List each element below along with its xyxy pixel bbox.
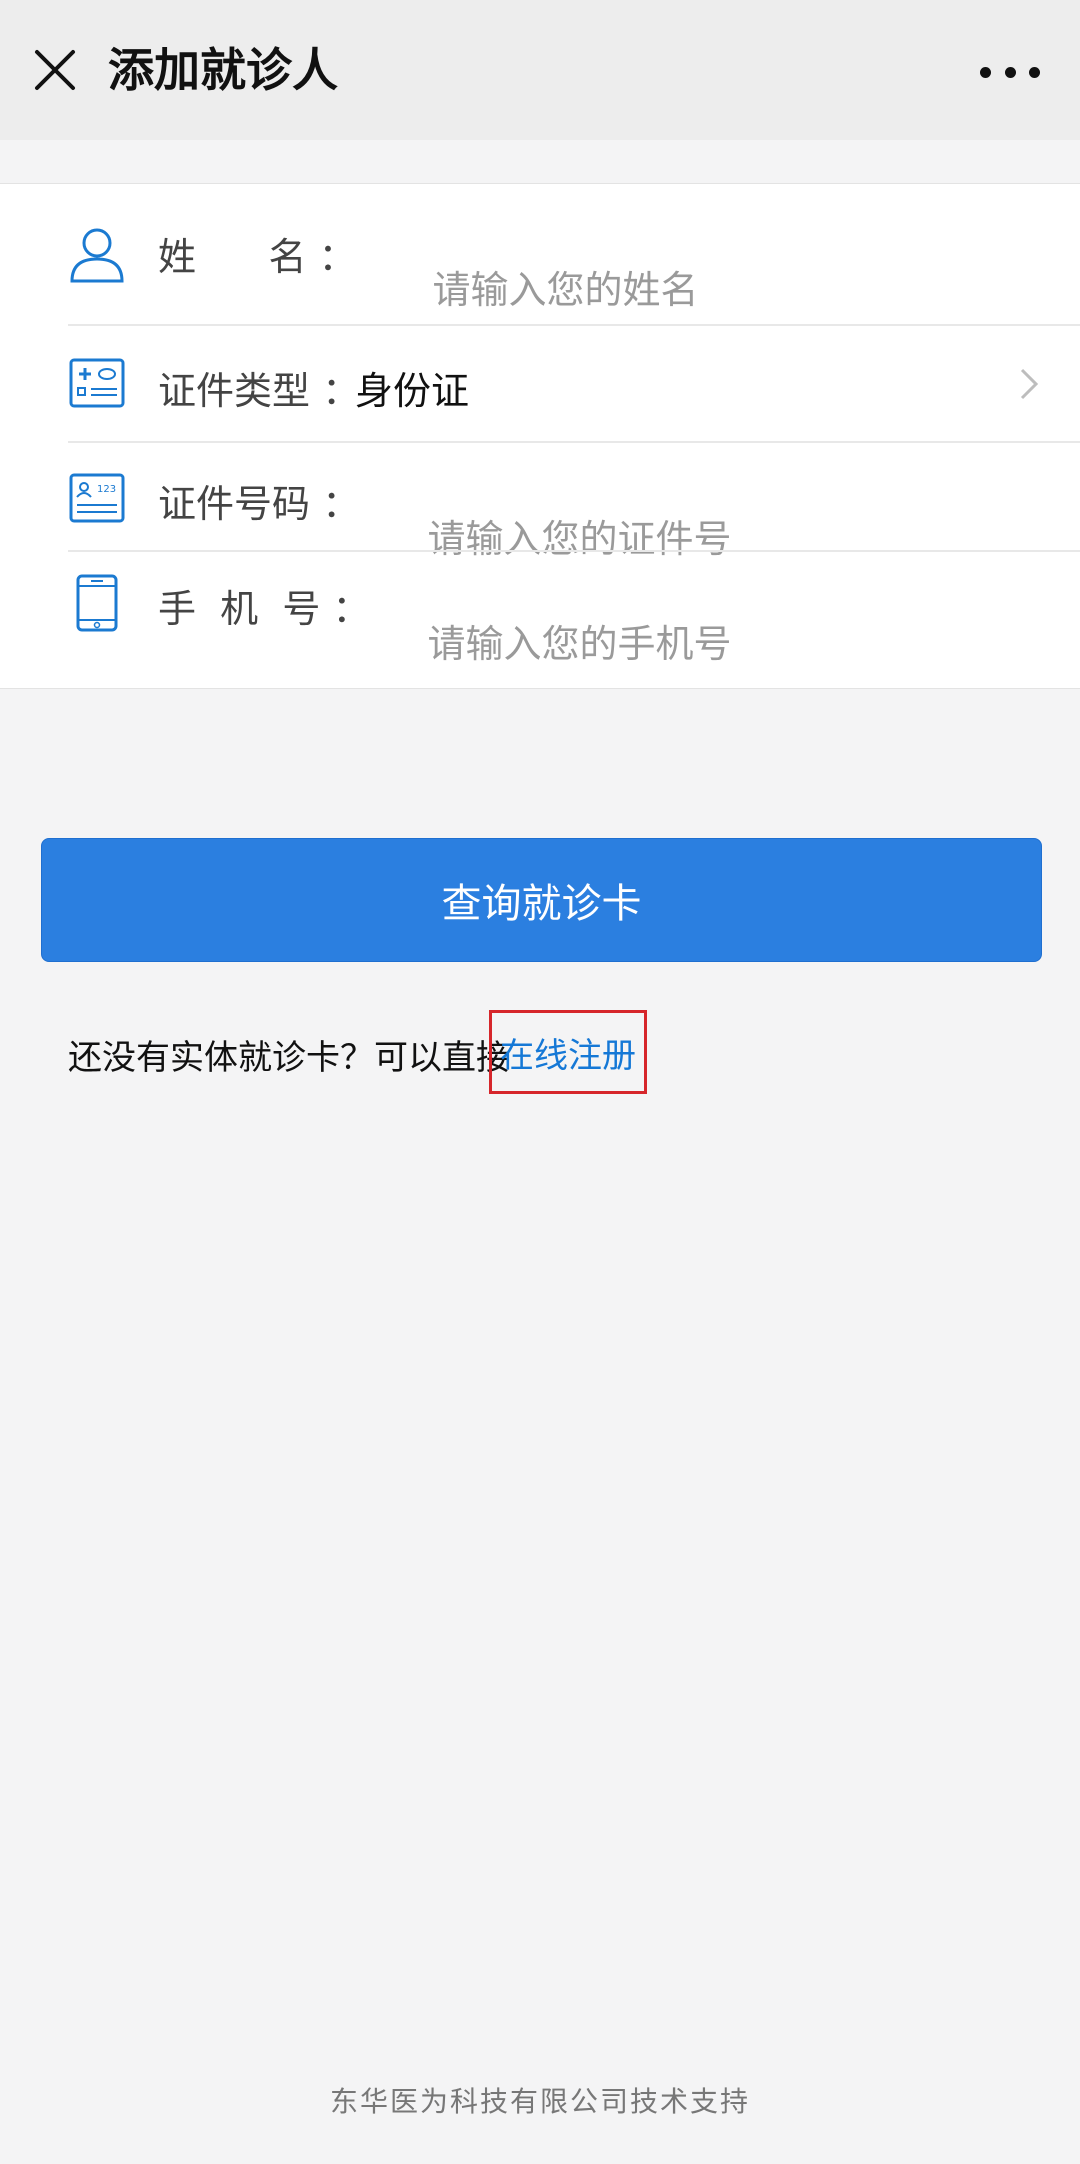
register-online-link[interactable]: 在线注册 (489, 1010, 647, 1094)
query-card-button[interactable]: 查询就诊卡 (41, 838, 1042, 962)
id-card-type-icon (68, 354, 126, 412)
id-number-label: 证件号码 ： (158, 482, 361, 526)
phone-row: 手 机 号 ： (0, 552, 1080, 688)
user-icon (68, 225, 126, 283)
name-row: 姓 名 ： (0, 184, 1080, 324)
more-button[interactable] (980, 60, 1040, 84)
top-bar: 添加就诊人 (0, 0, 1080, 140)
close-icon (35, 50, 75, 90)
page-title: 添加就诊人 (108, 43, 338, 97)
footer-support-text: 东华医为科技有限公司技术支持 (329, 2085, 750, 2118)
id-card-number-icon: 123 (68, 469, 126, 527)
name-label: 姓 名 ： (158, 235, 357, 279)
id-type-value: 身份证 (355, 369, 470, 413)
id-number-row: 123 证件号码 ： (0, 443, 1080, 561)
id-type-row[interactable]: 证件类型 ： 身份证 (0, 326, 1080, 441)
register-prompt: 还没有实体就诊卡？可以直接 (68, 1038, 510, 1078)
patient-form: 姓 名 ： 证件类型 ： 身份证 (0, 183, 1080, 689)
chevron-right-icon (1020, 368, 1039, 400)
phone-icon (68, 574, 126, 632)
name-input[interactable] (432, 268, 1073, 312)
svg-text:123: 123 (97, 484, 116, 495)
more-icon (980, 66, 991, 78)
phone-label: 手 机 号 ： (158, 587, 371, 631)
close-button[interactable] (30, 45, 80, 95)
id-type-label: 证件类型 ： (158, 369, 361, 413)
phone-input[interactable] (427, 622, 1068, 666)
